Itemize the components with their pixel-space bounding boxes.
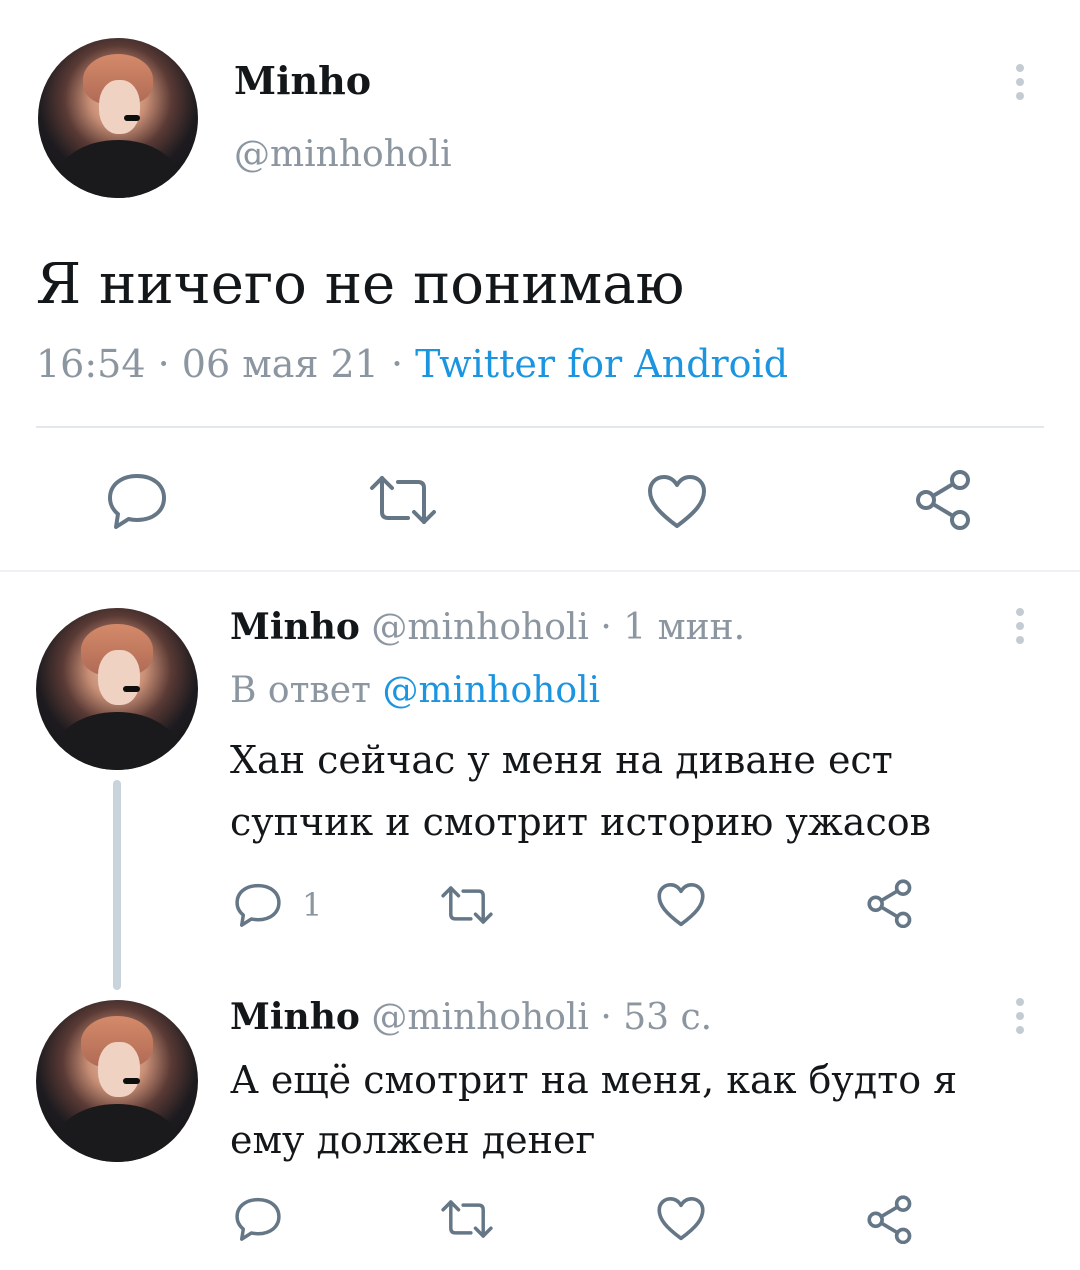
avatar[interactable]	[38, 38, 198, 198]
like-icon	[657, 883, 705, 927]
display-name[interactable]: Minho	[230, 996, 360, 1038]
retweet-icon	[370, 476, 436, 524]
like-button[interactable]	[656, 1196, 706, 1242]
like-button[interactable]	[646, 474, 708, 530]
more-vertical-icon[interactable]	[1010, 64, 1030, 124]
display-name[interactable]: Minho	[234, 58, 371, 103]
reply-context: В ответ @minhoholi	[230, 670, 600, 711]
tweet-meta: @minhoholi · 53 с.	[371, 997, 713, 1038]
share-button[interactable]	[866, 1194, 916, 1244]
reply-to-link[interactable]: @minhoholi	[382, 670, 600, 711]
retweet-icon	[441, 886, 493, 924]
tweet-text-line: А ещё смотрит на меня, как будто я	[230, 1058, 958, 1102]
retweet-button[interactable]	[440, 884, 494, 926]
thread-line	[113, 780, 121, 990]
retweet-icon	[441, 1200, 493, 1238]
tweet-text-line: Хан сейчас у меня на диване ест	[230, 738, 893, 782]
avatar[interactable]	[36, 1000, 198, 1162]
meta-separator: ·	[390, 342, 404, 386]
retweet-button[interactable]	[368, 474, 438, 526]
tweet-header: Minho @minhoholi · 53 с.	[230, 996, 712, 1038]
reply-prefix: В ответ	[230, 670, 371, 711]
tweet-text-line: супчик и смотрит историю ужасов	[230, 800, 931, 844]
tweet-date: 06 мая 21	[181, 342, 379, 386]
divider	[36, 426, 1044, 428]
reply-button[interactable]: 1	[234, 882, 322, 928]
share-icon	[916, 470, 970, 530]
tweet-header: Minho @minhoholi · 1 мин.	[230, 606, 745, 648]
reply-count: 1	[302, 886, 323, 924]
display-name[interactable]: Minho	[230, 606, 360, 648]
tweet-meta: 16:54 · 06 мая 21 · Twitter for Android	[36, 342, 788, 386]
meta-separator: ·	[157, 342, 170, 386]
avatar[interactable]	[36, 608, 198, 770]
tweet-client-link[interactable]: Twitter for Android	[415, 342, 788, 386]
retweet-button[interactable]	[440, 1198, 494, 1240]
tweet-text-line: ему должен денег	[230, 1118, 596, 1162]
more-vertical-icon[interactable]	[1010, 608, 1030, 668]
tweet-text: Я ничего не понимаю	[36, 252, 685, 317]
tweet-meta: @minhoholi · 1 мин.	[371, 607, 746, 648]
like-icon	[657, 1197, 705, 1241]
share-icon	[867, 1195, 912, 1244]
like-icon	[648, 475, 706, 528]
more-vertical-icon[interactable]	[1010, 998, 1030, 1058]
reply-button[interactable]	[234, 1196, 282, 1242]
tweet-time: 16:54	[36, 342, 146, 386]
reply-icon	[108, 474, 166, 529]
share-icon	[867, 879, 912, 928]
reply-icon	[235, 883, 281, 927]
like-button[interactable]	[656, 882, 706, 928]
reply-icon	[235, 1197, 281, 1241]
share-button[interactable]	[914, 468, 976, 530]
reply-button[interactable]	[106, 472, 168, 530]
section-separator	[0, 570, 1080, 572]
handle[interactable]: @minhoholi	[234, 134, 452, 175]
share-button[interactable]	[866, 878, 916, 928]
